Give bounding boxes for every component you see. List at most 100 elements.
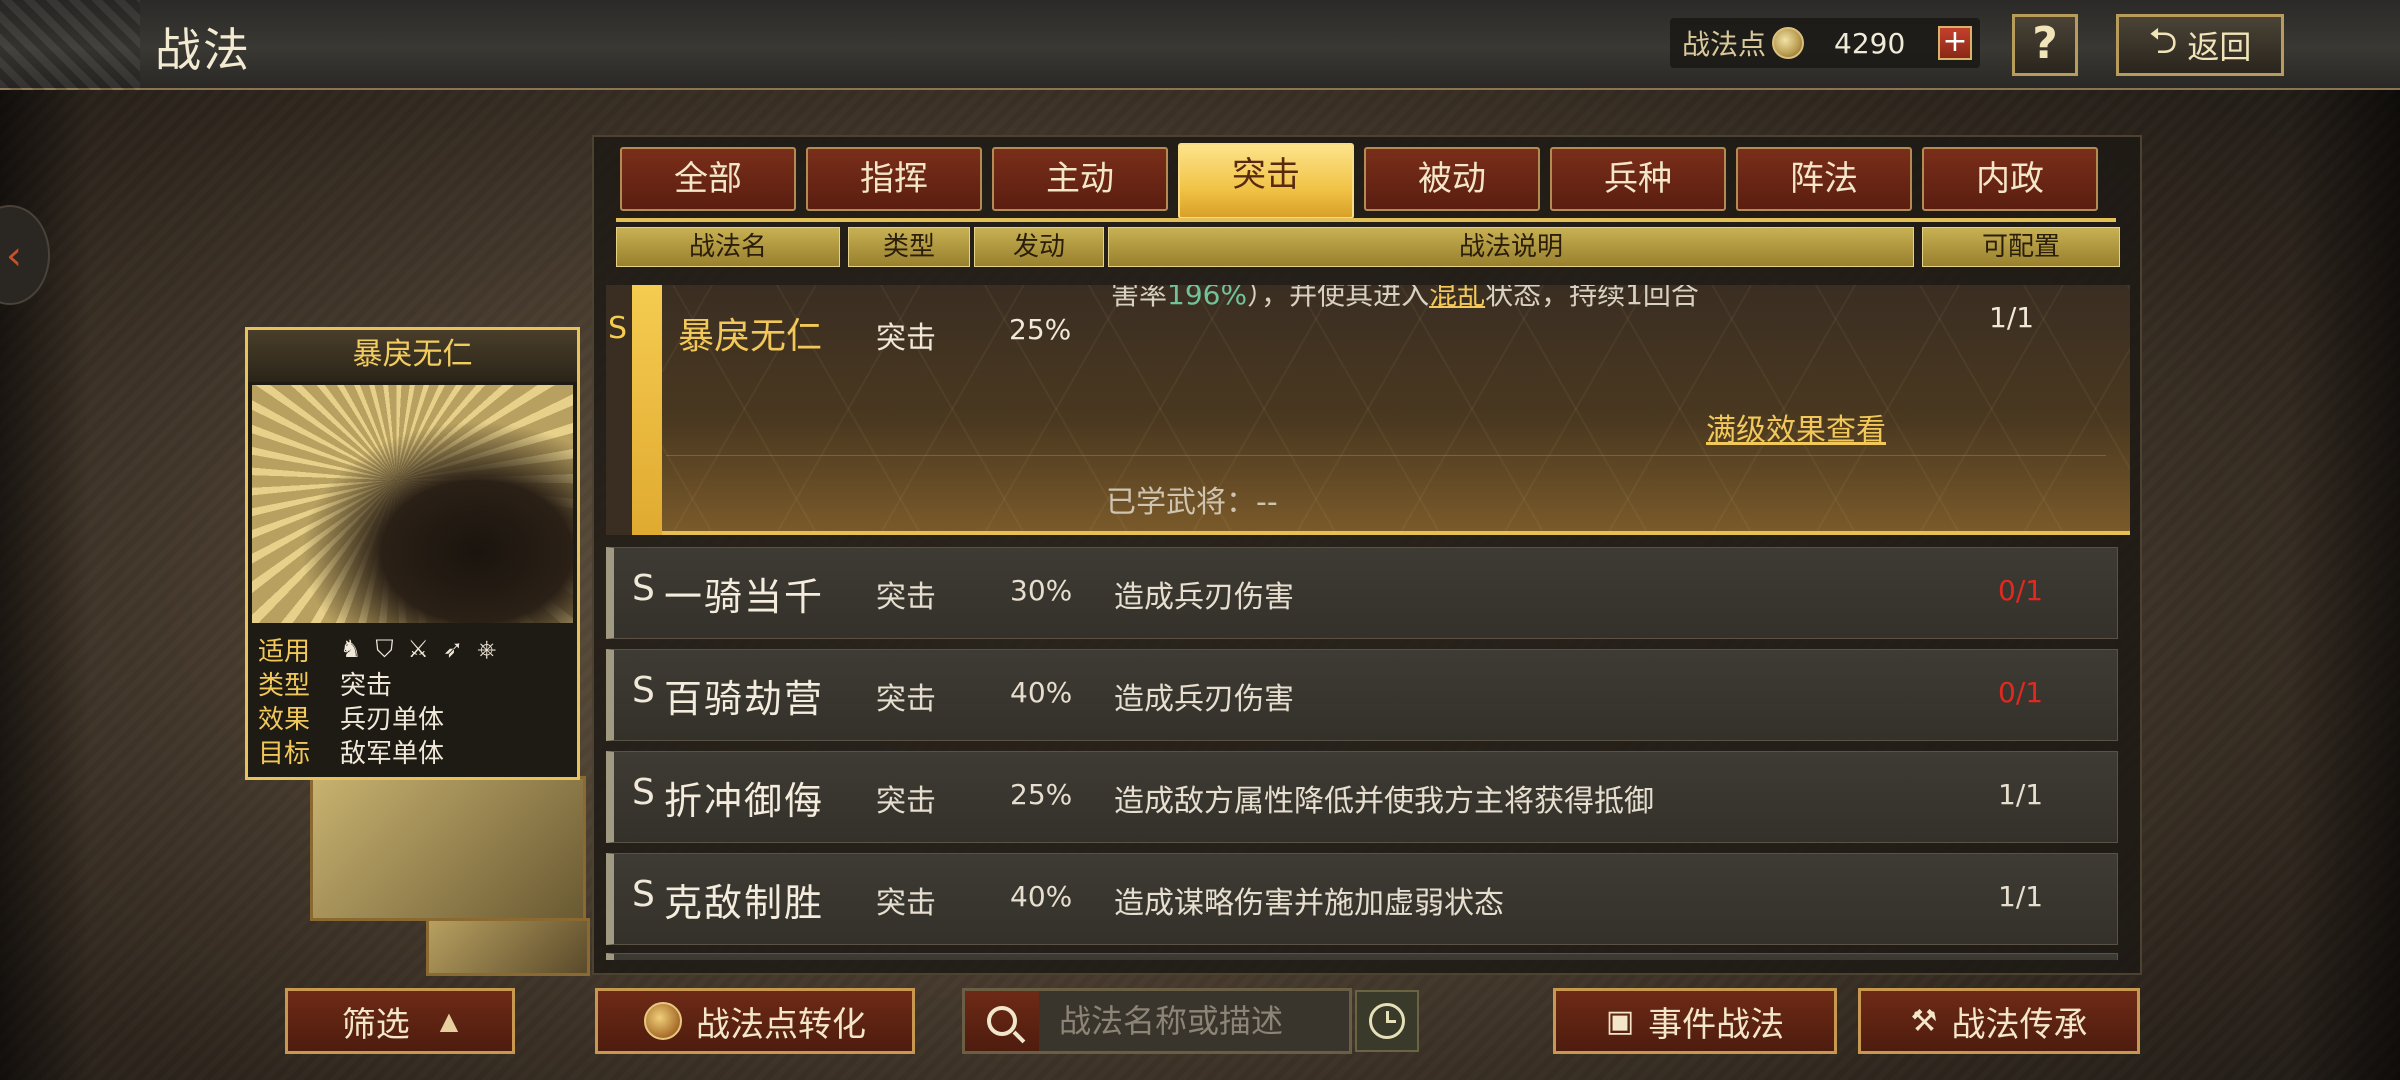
col-header-trigger[interactable]: 发动 [974, 227, 1104, 267]
category-tabs: 全部 指挥 主动 突击 被动 兵种 阵法 内政 [620, 143, 2098, 219]
tactic-rate: 30% [1010, 574, 1073, 607]
cavalry-icon: ♞ [340, 635, 362, 663]
tactic-name: 折冲御侮 [664, 779, 825, 823]
search-bar [962, 988, 1352, 1054]
swirl-icon [644, 1002, 682, 1040]
top-bar: 战法 战法点 4290 + ? ⮌ 返回 [0, 0, 2400, 90]
tactic-detail-card: 暴戾无仁 适用 ♞ ⛉ ⚔ ➶ ⎈ 类型 突击 效果 兵刃单体 目标 敌军单体 [245, 327, 580, 780]
filter-button[interactable]: 筛选 ▲ [285, 988, 515, 1054]
spear-icon: ➶ [443, 635, 464, 663]
back-label: 返回 [2187, 28, 2252, 66]
expanded-tactic-row[interactable]: S 暴戾无仁 突击 25% 害率196%），并使其进入混乱状态，持续1回合 1/… [606, 285, 2130, 535]
inherit-tactics-button[interactable]: ⚒ 战法传承 [1858, 988, 2140, 1054]
event-label: 事件战法 [1648, 1004, 1785, 1045]
back-arrow-icon: ⮌ [2148, 20, 2178, 62]
tab-command[interactable]: 指挥 [806, 147, 982, 211]
divider [666, 455, 2106, 456]
tab-passive[interactable]: 被动 [1364, 147, 1540, 211]
tactic-description: 害率196%），并使其进入混乱状态，持续1回合 [1111, 285, 1699, 313]
col-header-name[interactable]: 战法名 [616, 227, 840, 267]
tactic-type: 突击 [876, 321, 936, 356]
tactic-grade: S [632, 568, 655, 609]
convert-label: 战法点转化 [696, 1004, 866, 1045]
tactic-config: 1/1 [1998, 880, 2044, 913]
search-icon [987, 1006, 1017, 1036]
bow-icon: ⚔ [407, 635, 430, 663]
tactic-type: 突击 [876, 682, 936, 717]
points-label: 战法点 [1682, 28, 1767, 61]
tab-underline [616, 218, 2116, 222]
effect-label: 效果 [258, 704, 311, 735]
hex-pattern [606, 285, 2130, 531]
tactic-description: 造成兵刃伤害 [1114, 580, 1294, 615]
tactic-name: 暴戾无仁 [678, 316, 823, 357]
selected-indicator [632, 285, 662, 535]
tactic-rate: 40% [1010, 676, 1073, 709]
search-input[interactable] [1059, 1002, 1349, 1040]
tactic-description: 造成兵刃伤害 [1114, 682, 1294, 717]
tactic-rate: 25% [1009, 313, 1072, 346]
tactic-grade: S [632, 874, 655, 915]
back-button[interactable]: ⮌ 返回 [2116, 14, 2284, 76]
card-stack-back-2 [426, 918, 590, 976]
hammer-icon: ⚒ [1910, 1003, 1938, 1039]
tactic-type: 突击 [876, 784, 936, 819]
help-button[interactable]: ? [2012, 14, 2078, 76]
tactic-row[interactable]: S 克敌制胜 突击 40% 造成谋略伤害并施加虚弱状态 1/1 [606, 853, 2118, 945]
filter-label: 筛选 [341, 1004, 410, 1045]
search-button[interactable] [965, 991, 1039, 1051]
tab-internal[interactable]: 内政 [1922, 147, 2098, 211]
add-points-button[interactable]: + [1938, 26, 1972, 60]
page-title: 战法 [155, 23, 251, 77]
target-value: 敌军单体 [340, 738, 445, 769]
tactic-name: 克敌制胜 [664, 881, 825, 925]
tactic-config: 0/1 [1998, 574, 2044, 607]
tactic-grade: S [632, 670, 655, 711]
tactic-rate: 40% [1010, 880, 1073, 913]
chevron-icon: ‹ [6, 233, 22, 279]
tab-active[interactable]: 主动 [992, 147, 1168, 211]
col-header-config[interactable]: 可配置 [1922, 227, 2120, 267]
card-title: 暴戾无仁 [248, 330, 577, 382]
tactics-list[interactable]: S 暴戾无仁 突击 25% 害率196%），并使其进入混乱状态，持续1回合 1/… [606, 285, 2130, 960]
wheel-icon: ⎈ [477, 635, 497, 663]
convert-points-button[interactable]: 战法点转化 [595, 988, 915, 1054]
col-header-type[interactable]: 类型 [848, 227, 970, 267]
clock-icon [1369, 1003, 1405, 1039]
tactic-row[interactable]: S 一骑当千 突击 30% 造成兵刃伤害 0/1 [606, 547, 2118, 639]
card-info: 适用 ♞ ⛉ ⚔ ➶ ⎈ 类型 突击 效果 兵刃单体 目标 敌军单体 [258, 632, 573, 769]
tactic-row-partial[interactable] [606, 953, 2118, 960]
tab-assault[interactable]: 突击 [1178, 143, 1354, 219]
col-header-desc: 战法说明 [1108, 227, 1914, 267]
tactic-row[interactable]: S 折冲御侮 突击 25% 造成敌方属性降低并使我方主将获得抵御 1/1 [606, 751, 2118, 843]
tactic-row[interactable]: S 百骑劫营 突击 40% 造成兵刃伤害 0/1 [606, 649, 2118, 741]
tactic-name: 一骑当千 [664, 575, 825, 619]
tactic-description: 造成敌方属性降低并使我方主将获得抵御 [1114, 784, 1654, 819]
tab-troop[interactable]: 兵种 [1550, 147, 1726, 211]
status-link[interactable]: 混乱 [1429, 285, 1485, 311]
type-label: 类型 [258, 670, 311, 701]
tactic-points-box: 战法点 4290 + [1670, 18, 1980, 68]
tactic-config: 1/1 [1998, 778, 2044, 811]
history-button[interactable] [1355, 990, 1419, 1052]
card-artwork [252, 385, 573, 623]
tactic-name: 百骑劫营 [664, 677, 825, 721]
learned-generals: 已学武将：-- [1106, 485, 1278, 520]
target-label: 目标 [258, 738, 311, 769]
coin-icon [1772, 27, 1805, 59]
inherit-label: 战法传承 [1951, 1004, 2088, 1045]
tab-formation[interactable]: 阵法 [1736, 147, 1912, 211]
max-level-effect-link[interactable]: 满级效果查看 [1706, 405, 1886, 449]
tactic-type: 突击 [876, 580, 936, 615]
tactic-grade: S [608, 311, 628, 346]
effect-value: 兵刃单体 [340, 704, 445, 735]
points-value: 4290 [1834, 26, 1906, 60]
tactic-description: 造成谋略伤害并施加虚弱状态 [1114, 886, 1504, 921]
tactic-config: 0/1 [1998, 676, 2044, 709]
type-value: 突击 [340, 670, 393, 701]
card-stack-back [310, 776, 586, 921]
scroll-icon: ▣ [1605, 1003, 1635, 1039]
top-ornament [0, 0, 140, 90]
tab-all[interactable]: 全部 [620, 147, 796, 211]
event-tactics-button[interactable]: ▣ 事件战法 [1553, 988, 1837, 1054]
